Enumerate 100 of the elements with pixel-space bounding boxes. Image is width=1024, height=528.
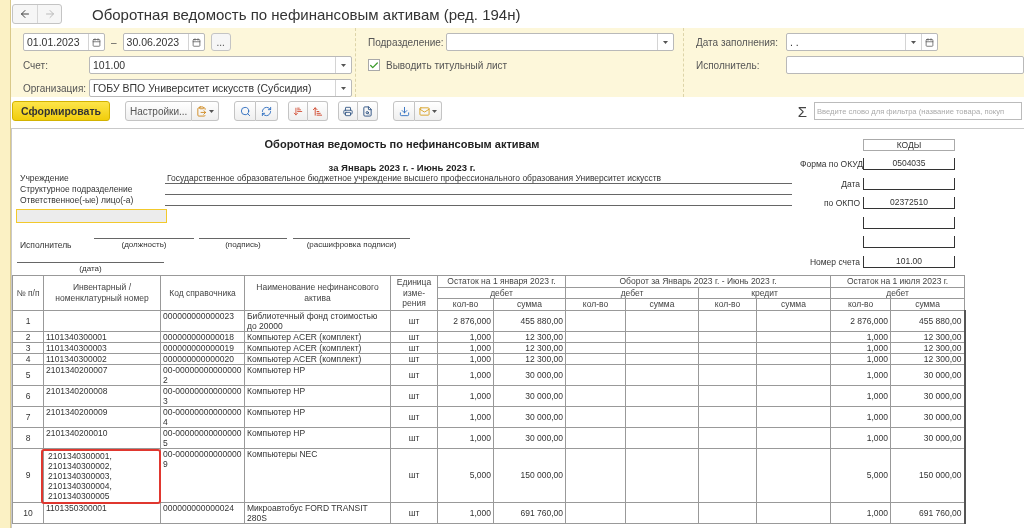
fill-date-label: Дата заполнения: <box>696 36 780 48</box>
caret-icon <box>341 86 346 90</box>
table-cell: 30 000,00 <box>493 427 566 448</box>
code-label: Номер счета <box>808 255 860 269</box>
column-header: сумма <box>756 298 831 310</box>
table-cell: 150 000,00 <box>493 448 566 502</box>
right-arrow-icon <box>43 8 56 20</box>
table-cell: 000000000000019 <box>160 342 245 353</box>
document-magnifier-icon[interactable] <box>362 105 374 117</box>
table-cell: шт <box>390 448 438 502</box>
organization-field[interactable]: ГОБУ ВПО Университет искусств (Субсидия) <box>89 79 352 97</box>
column-header: Единица изме- рения <box>390 275 438 310</box>
date-caption: (дата) <box>79 263 102 275</box>
title-page-checkbox[interactable] <box>368 59 380 71</box>
settings-button[interactable]: Настройки... <box>125 101 193 121</box>
column-group-header: Остаток на 1 января 2023 г. <box>437 275 566 287</box>
calendar-icon[interactable] <box>191 37 201 47</box>
table-cell: 00-000000000000005 <box>160 427 245 448</box>
find-next-button[interactable] <box>256 101 279 121</box>
signature-caption: (подпись) <box>225 239 261 251</box>
inventory-number: 2101340200009 <box>46 406 109 417</box>
table-cell: 00-000000000000004 <box>160 406 245 427</box>
inventory-number: 1101340300001 <box>46 331 108 342</box>
table-cell: Библиотечный фонд стоимостью до 20000 <box>244 310 391 331</box>
calendar-icon[interactable] <box>92 37 101 47</box>
sort-up-icon[interactable] <box>312 105 324 117</box>
download-icon[interactable] <box>398 105 410 117</box>
fill-date-field[interactable]: . . <box>786 33 938 51</box>
table-cell: 30 000,00 <box>493 406 566 427</box>
table-cell: 7 <box>12 406 44 427</box>
table-cell: 12 300,00 <box>493 342 566 353</box>
table-cell: Компьютер ACER (комплект) <box>244 331 391 342</box>
caret-icon <box>663 40 668 44</box>
table-cell: 1,000 <box>830 331 891 342</box>
header-field-label: Ответственное(-ые) лицо(-а) <box>19 195 135 206</box>
clipboard-icon <box>196 105 208 117</box>
search-button[interactable] <box>234 101 257 121</box>
column-header: Инвентарный / номенклатурный номер <box>43 275 161 310</box>
table-cell: 1,000 <box>830 342 891 353</box>
selected-cell[interactable] <box>16 209 167 223</box>
period-button[interactable]: ... <box>210 33 231 51</box>
search-icon[interactable] <box>239 105 251 117</box>
expand-groups-button[interactable] <box>288 101 309 121</box>
inventory-number: 1101340300002 <box>46 353 108 364</box>
table-cell: 5 <box>12 364 44 385</box>
table-cell: 12 300,00 <box>493 331 566 342</box>
executor-field[interactable] <box>786 56 1024 74</box>
caret-icon <box>911 40 916 44</box>
column-header: Код справочника <box>160 275 245 310</box>
circular-arrows-icon[interactable] <box>261 105 273 117</box>
table-cell: 1,000 <box>437 342 494 353</box>
paste-menu-button[interactable] <box>192 101 220 121</box>
table-cell: 30 000,00 <box>890 427 965 448</box>
column-side-header: дебет <box>565 287 699 299</box>
inventory-number: 2101340200008 <box>46 385 109 396</box>
report-title: Оборотная ведомость по нефинансовым активам <box>263 138 541 150</box>
table-cell: 30 000,00 <box>890 385 965 406</box>
table-cell: шт <box>390 427 438 448</box>
inventory-number: 2101340300001, 2101340300002, 2101340300003, 2101340300004, 2101340300005 <box>47 449 113 502</box>
calendar-icon[interactable] <box>925 37 934 47</box>
header-field-value: Государственное образовательное бюджетное учреждение высшего профессионального образования Университет искусств <box>165 173 792 184</box>
left-arrow-icon <box>19 8 31 20</box>
sum-icon[interactable]: Σ <box>797 102 807 120</box>
mail-menu-button[interactable] <box>415 101 443 121</box>
date-from-field[interactable]: 01.01.2023 <box>23 33 105 51</box>
printer-icon[interactable] <box>343 105 354 117</box>
code-label: по ОКПО <box>823 197 860 211</box>
caret-icon <box>209 109 215 113</box>
executor-label: Исполнитель: <box>696 59 761 71</box>
preview-button[interactable] <box>358 101 379 121</box>
table-cell: Компьютер HP <box>244 364 391 385</box>
table-cell: 30 000,00 <box>890 406 965 427</box>
collapse-groups-button[interactable] <box>308 101 329 121</box>
table-cell: Компьютер HP <box>244 406 391 427</box>
generate-button[interactable]: Сформировать <box>12 101 110 121</box>
column-side-header: дебет <box>437 287 566 299</box>
table-cell: 000000000000018 <box>160 331 245 342</box>
print-button[interactable] <box>338 101 359 121</box>
table-cell: шт <box>390 310 438 331</box>
mail-icon <box>419 105 431 117</box>
caret-icon <box>341 63 346 67</box>
account-field[interactable]: 101.00 <box>89 56 352 74</box>
column-header: сумма <box>493 298 566 310</box>
report-period: за Январь 2023 г. - Июнь 2023 г. <box>327 162 477 173</box>
department-field[interactable] <box>446 33 674 51</box>
codes-header: КОДЫ <box>863 139 955 151</box>
code-label: Дата <box>840 177 860 191</box>
signature-caption: (должность) <box>121 239 167 251</box>
download-button[interactable] <box>393 101 416 121</box>
table-cell: 4 <box>12 353 44 364</box>
table-cell: 8 <box>12 427 44 448</box>
sort-down-icon[interactable] <box>293 105 304 117</box>
table-cell: 9 <box>12 448 44 502</box>
header-field-label: Структурное подразделение <box>19 184 134 195</box>
column-header: сумма <box>625 298 699 310</box>
date-to-field[interactable]: 30.06.2023 <box>122 33 205 51</box>
organization-label: Организация: <box>23 82 83 94</box>
table-cell: 150 000,00 <box>890 448 965 502</box>
date-separator: – <box>111 36 117 48</box>
account-label: Счет: <box>23 59 49 71</box>
